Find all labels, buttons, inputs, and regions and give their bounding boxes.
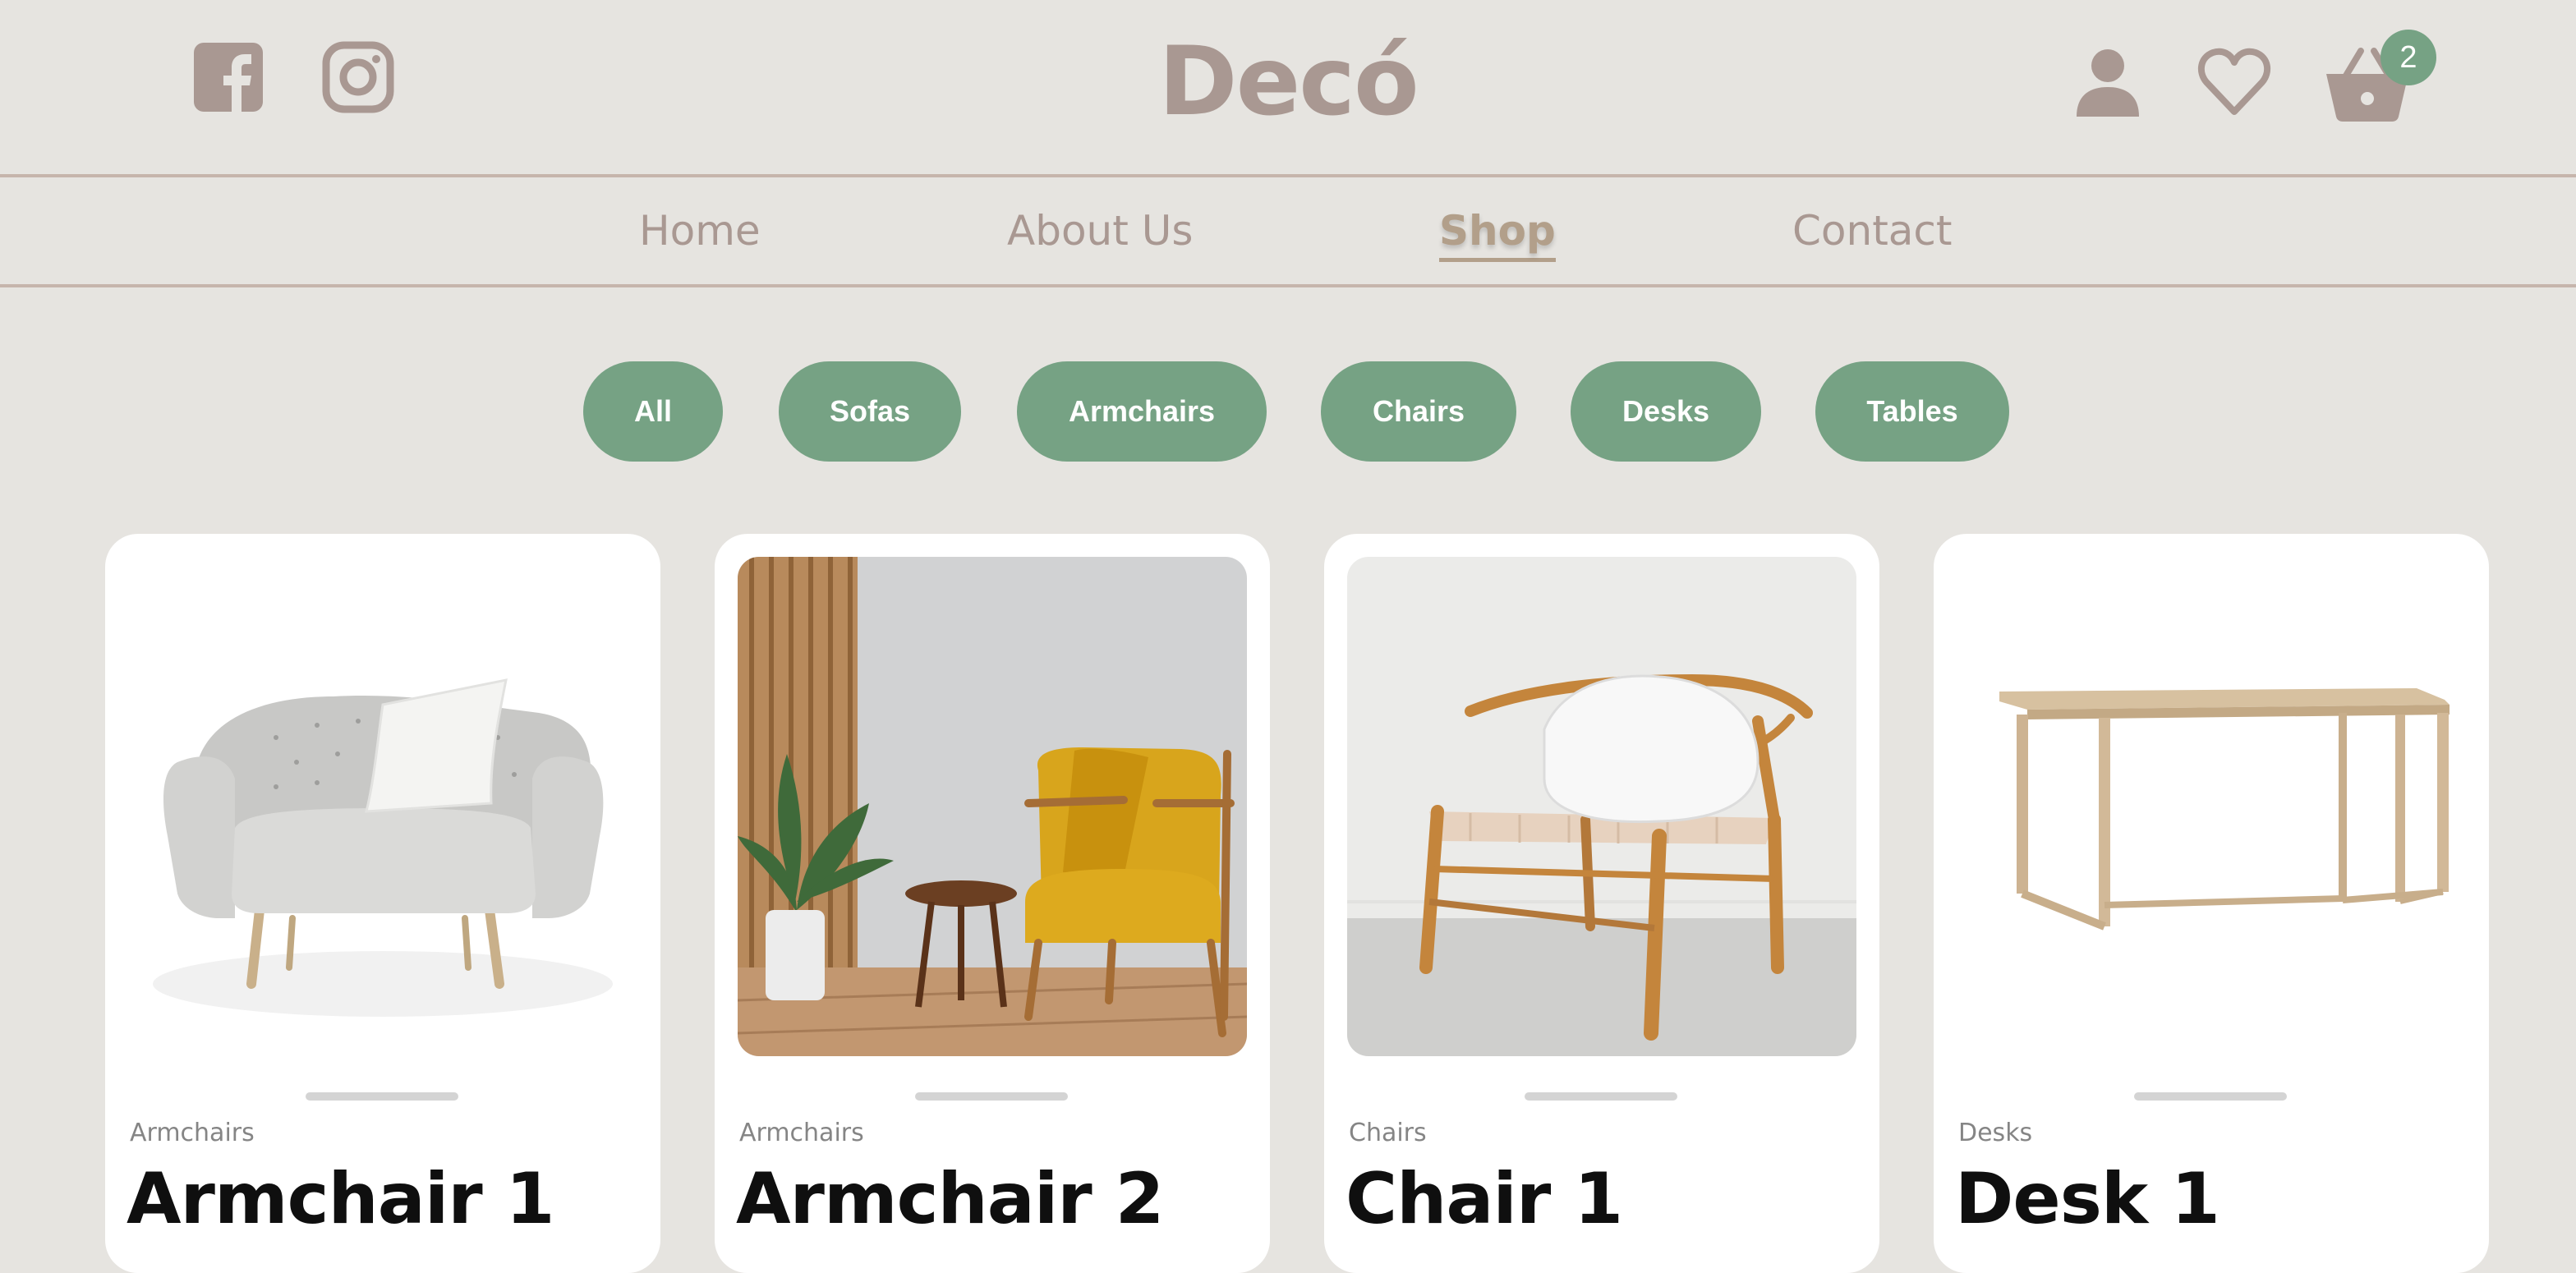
product-card[interactable]: Desks Desk 1 [1934, 534, 2489, 1273]
product-image-chair-1 [1347, 557, 1856, 1056]
filter-tables[interactable]: Tables [1815, 361, 2009, 462]
product-card[interactable]: Armchairs Armchair 2 [715, 534, 1270, 1273]
product-image-desk-1 [1957, 557, 2466, 1056]
product-image-armchair-2 [738, 557, 1247, 1056]
card-divider [1525, 1092, 1677, 1101]
filter-armchairs[interactable]: Armchairs [1017, 361, 1267, 462]
product-card[interactable]: Chairs Chair 1 [1324, 534, 1879, 1273]
header-actions: 2 [2070, 30, 2436, 123]
heart-icon[interactable] [2196, 44, 2272, 120]
filter-sofas[interactable]: Sofas [779, 361, 961, 462]
nav-divider [0, 284, 2576, 287]
card-divider [915, 1092, 1068, 1101]
product-card[interactable]: Armchairs Armchair 1 [105, 534, 660, 1273]
nav-about-us[interactable]: About Us [1007, 207, 1193, 255]
product-name[interactable]: Armchair 2 [736, 1158, 1164, 1240]
nav-home[interactable]: Home [639, 207, 761, 255]
product-category: Armchairs [739, 1119, 864, 1147]
filter-all[interactable]: All [583, 361, 723, 462]
product-name[interactable]: Armchair 1 [126, 1158, 554, 1240]
filter-chairs[interactable]: Chairs [1321, 361, 1516, 462]
product-category: Desks [1958, 1119, 2033, 1147]
card-divider [2134, 1092, 2287, 1101]
cart-count-badge: 2 [2380, 30, 2436, 85]
product-name[interactable]: Desk 1 [1955, 1158, 2220, 1240]
site-header: Decó 2 [0, 0, 2576, 176]
main-nav: Home About Us Shop Contact [0, 179, 2576, 284]
nav-contact[interactable]: Contact [1792, 207, 1953, 255]
product-image-armchair-1 [128, 557, 637, 1056]
category-filters: All Sofas Armchairs Chairs Desks Tables [0, 361, 2576, 463]
cart-button[interactable]: 2 [2323, 30, 2436, 123]
product-category: Armchairs [130, 1119, 255, 1147]
filter-desks[interactable]: Desks [1571, 361, 1761, 462]
product-category: Chairs [1349, 1119, 1427, 1147]
user-icon[interactable] [2070, 44, 2146, 120]
card-divider [306, 1092, 458, 1101]
header-divider [0, 174, 2576, 177]
nav-shop[interactable]: Shop [1439, 207, 1556, 262]
product-name[interactable]: Chair 1 [1346, 1158, 1623, 1240]
